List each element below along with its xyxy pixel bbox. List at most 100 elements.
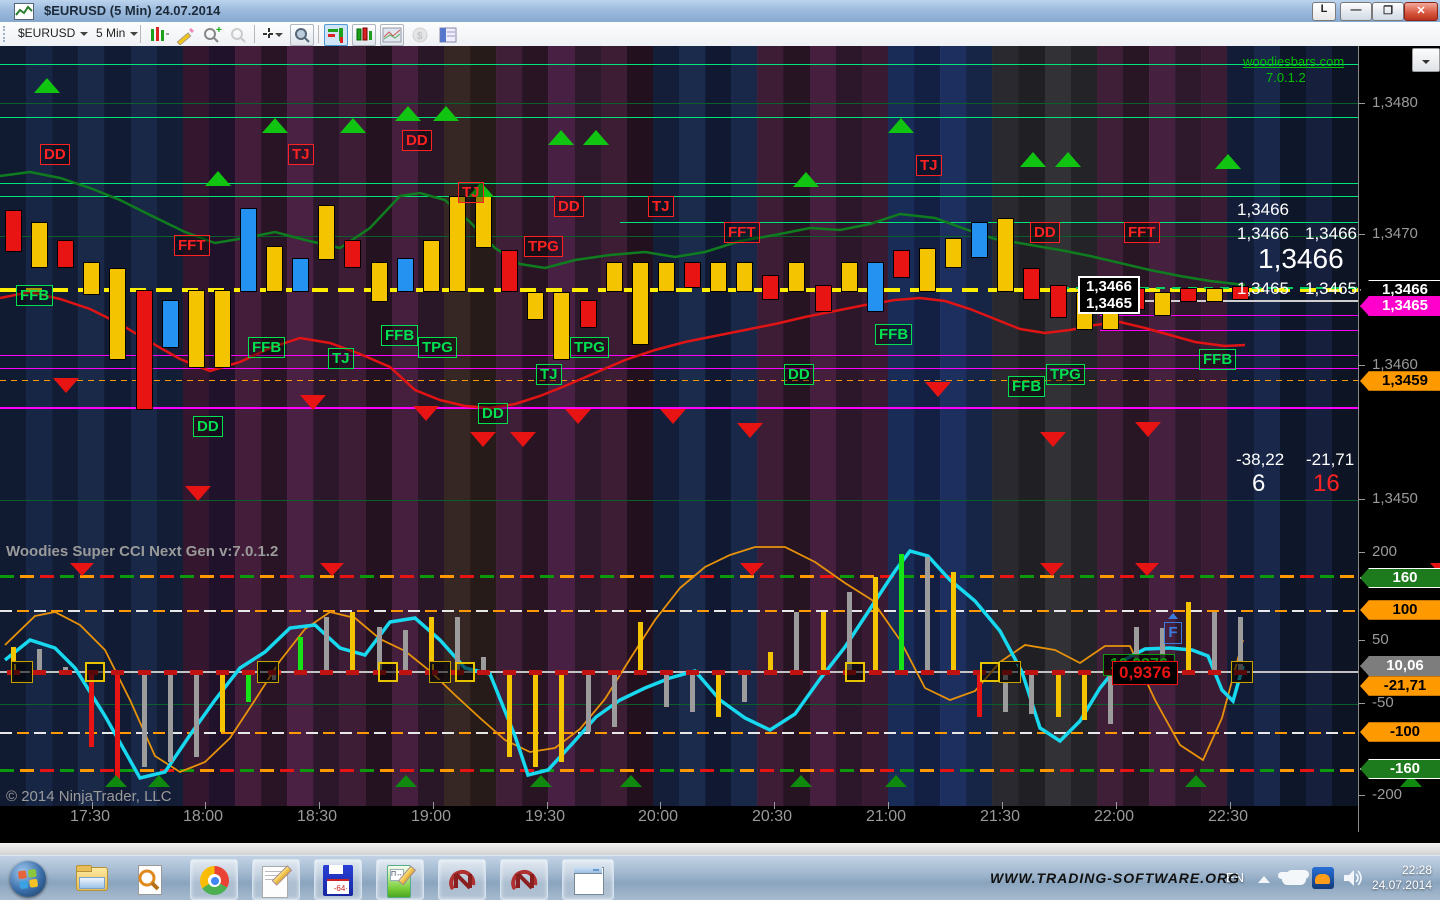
cci-zero-dot bbox=[477, 670, 490, 675]
tray-expand-icon[interactable] bbox=[1258, 876, 1270, 883]
down-arrow-signal bbox=[413, 406, 439, 421]
axis-price-tag: 100 bbox=[1360, 600, 1440, 620]
cci-histogram-bar bbox=[142, 672, 147, 767]
window-bottom-edge bbox=[0, 843, 1440, 855]
down-arrow-signal bbox=[1040, 432, 1066, 447]
pattern-label-ffb: FFB bbox=[1008, 376, 1045, 397]
link-button[interactable]: L bbox=[1312, 2, 1336, 21]
candles-button[interactable] bbox=[352, 24, 376, 46]
taskbar-explorer[interactable] bbox=[68, 859, 114, 898]
pattern-label-tj: TJ bbox=[916, 155, 942, 176]
interval-selector[interactable]: 5 Min bbox=[96, 26, 138, 40]
axis-price-tag: 10,06 bbox=[1360, 656, 1440, 676]
zoom-out-button[interactable] bbox=[227, 24, 251, 46]
dollar-button[interactable]: $ bbox=[408, 24, 432, 46]
cci-marker-square bbox=[258, 662, 278, 682]
taskbar-editor-green[interactable]: Π↔ bbox=[376, 859, 424, 900]
time-axis-label: 18:00 bbox=[183, 808, 223, 826]
svg-text:$: $ bbox=[417, 31, 423, 42]
separator bbox=[318, 25, 319, 43]
candle-bar bbox=[344, 240, 361, 268]
taskbar-floppy[interactable]: -64· bbox=[314, 859, 362, 900]
axis-label: 50 bbox=[1372, 631, 1389, 648]
bar-type-button[interactable] bbox=[146, 24, 170, 46]
cci-histogram-bar bbox=[194, 672, 199, 757]
instrument-selector[interactable]: $EURUSD bbox=[18, 26, 88, 40]
windows-flag-icon bbox=[18, 869, 38, 889]
pattern-label-ffb: FFB bbox=[248, 337, 285, 358]
candle-bar bbox=[1180, 288, 1197, 302]
price-readout: 1,3465 bbox=[1305, 279, 1357, 299]
tray-clock[interactable]: 22:28 24.07.2014 bbox=[1372, 863, 1432, 893]
pattern-label-ffb: FFB bbox=[875, 324, 912, 345]
axis-price-tag: 1,3465 bbox=[1360, 296, 1440, 316]
cci-histogram-bar bbox=[115, 672, 120, 780]
candle-bar bbox=[449, 196, 466, 292]
ninjatrader-icon bbox=[509, 865, 541, 897]
candle-bar bbox=[632, 262, 649, 345]
zoom-window-button[interactable] bbox=[290, 24, 314, 46]
candle-bar bbox=[240, 208, 257, 292]
cci-bottom-arrow bbox=[395, 775, 417, 787]
volume-icon[interactable] bbox=[1342, 868, 1364, 888]
ninjatrader-icon bbox=[447, 865, 479, 897]
weather-tray-icon[interactable] bbox=[1312, 867, 1334, 889]
taskbar-notepad[interactable] bbox=[252, 859, 300, 900]
taskbar-search[interactable] bbox=[126, 859, 172, 898]
f-flag-arrow bbox=[1168, 613, 1178, 619]
candle-bar bbox=[841, 262, 858, 292]
separator bbox=[140, 25, 141, 43]
cci-zero-dot bbox=[686, 670, 699, 675]
close-button[interactable]: ✕ bbox=[1404, 2, 1438, 21]
instrument-label: $EURUSD bbox=[18, 26, 75, 40]
chart-scroll-button[interactable] bbox=[1412, 48, 1440, 72]
cci-histogram-bar bbox=[1082, 672, 1087, 720]
region-chart-button[interactable] bbox=[380, 24, 404, 46]
taskbar-ninjatrader-1[interactable] bbox=[438, 859, 486, 900]
pattern-label-tj: TJ bbox=[328, 348, 354, 369]
candle-bar bbox=[423, 240, 440, 292]
cci-bottom-arrow bbox=[790, 775, 812, 787]
taskbar-ninjatrader-2[interactable] bbox=[500, 859, 548, 900]
desktop: $EURUSD (5 Min) 24.07.2014 L — ❐ ✕ $EURU… bbox=[0, 0, 1440, 900]
taskbar-window-app[interactable] bbox=[562, 859, 614, 900]
minimize-button[interactable]: — bbox=[1340, 2, 1372, 21]
lsma-line bbox=[5, 551, 1243, 778]
candle-bar bbox=[684, 262, 701, 288]
time-axis-label: 20:00 bbox=[638, 808, 678, 826]
candle-bar bbox=[710, 262, 727, 292]
cci-histogram-bar bbox=[821, 612, 826, 672]
axis-label: 200 bbox=[1372, 543, 1397, 560]
start-button[interactable] bbox=[6, 859, 52, 898]
draw-tool-button[interactable] bbox=[173, 24, 197, 46]
cci-zero-dot bbox=[529, 670, 542, 675]
cci-histogram-bar bbox=[220, 672, 225, 732]
restore-button[interactable]: ❐ bbox=[1372, 2, 1404, 21]
zoom-in-button[interactable]: + bbox=[200, 24, 224, 46]
candle-bar bbox=[762, 275, 779, 300]
up-arrow-signal bbox=[205, 171, 231, 186]
cci-panel-title: Woodies Super CCI Next Gen v:7.0.1.2 bbox=[6, 543, 278, 560]
cci-histogram-bar bbox=[298, 637, 303, 672]
cloud-icon[interactable] bbox=[1282, 874, 1306, 885]
pattern-stat1: -38,22 bbox=[1236, 450, 1284, 470]
pattern-label-tj: TJ bbox=[536, 364, 562, 385]
cci-histogram-bar bbox=[1029, 672, 1034, 714]
cci-histogram-bar bbox=[403, 630, 408, 672]
toolbar-grip[interactable] bbox=[3, 26, 9, 42]
data-panel-button[interactable] bbox=[436, 24, 460, 46]
chart-area[interactable]: DDTJDDTJDDTJFFTTPGFFTTJDDFFTFFBFFBTJFFBT… bbox=[0, 46, 1440, 832]
candle-bar bbox=[893, 250, 910, 278]
axis-tick bbox=[1358, 795, 1365, 796]
chart-panel-button-active[interactable] bbox=[324, 24, 348, 46]
ninjatrader-copyright: © 2014 NinjaTrader, LLC bbox=[6, 788, 172, 805]
candle-bar bbox=[736, 262, 753, 292]
cci-histogram-bar bbox=[350, 612, 355, 672]
cci-histogram-bar bbox=[716, 672, 721, 717]
up-arrow-signal bbox=[395, 106, 421, 121]
down-arrow-signal bbox=[510, 432, 536, 447]
candle-bar bbox=[109, 268, 126, 360]
crosshair-button[interactable] bbox=[260, 24, 284, 46]
taskbar-chrome[interactable] bbox=[190, 859, 238, 900]
up-arrow-signal bbox=[888, 118, 914, 133]
